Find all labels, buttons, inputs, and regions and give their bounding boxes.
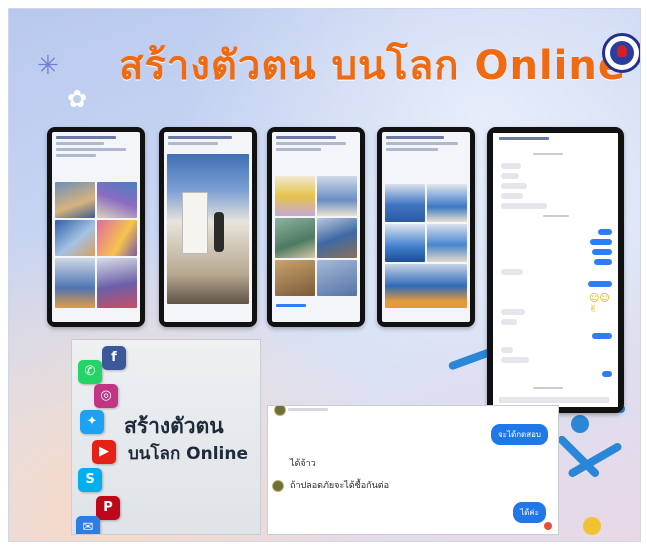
read-receipt-icon [544,522,552,530]
facebook-post-screenshot-group-photo [377,127,475,327]
emoji-reaction-icon: ☺☺✌ [589,293,610,315]
chat-message-in: ถ้าปลอดภัยจะได้ซื้อกันต่อ [290,481,390,491]
avatar [274,406,286,416]
chat-message-in: ได้จ้าว [290,459,316,469]
messenger-icon: ✉ [76,516,100,534]
social-media-photo-card: ✆ f ◎ ✦ ▶ S P ✉ สร้างตัวตน บนโลก Online [71,339,261,535]
facebook-post-screenshot-classroom [47,127,145,327]
sparkle-star-icon: ✳ [37,51,59,81]
chat-message-out: ได้ค่ะ [513,502,546,523]
whatsapp-icon: ✆ [78,360,102,384]
twitter-icon: ✦ [80,410,104,434]
chat-excerpt-card: จะได้กดสอบ ได้จ้าว ถ้าปลอดภัยจะได้ซื้อกั… [267,405,559,535]
instagram-icon: ◎ [94,384,118,408]
pinterest-icon: P [96,496,120,520]
organization-seal-icon [602,33,640,73]
photo-card-line1: สร้างตัวตน [124,414,224,438]
slide: ✳ ✿ สร้างตัวตน บนโลก Online ☺☺✌ ✆ f ◎ ✦ … [8,8,641,542]
youtube-icon: ▶ [92,440,116,464]
messenger-chat-screenshot: ☺☺✌ [487,127,624,413]
photo-card-line2: บนโลก Online [128,444,249,464]
facebook-icon: f [102,346,126,370]
flower-icon: ✿ [67,85,88,113]
chat-message-out: จะได้กดสอบ [490,424,548,445]
skype-icon: S [78,468,102,492]
slide-title: สร้างตัวตน บนโลก Online [119,43,626,89]
facebook-post-screenshot-presentation [159,127,257,327]
avatar [272,480,284,492]
facebook-post-screenshot-products [267,127,365,327]
